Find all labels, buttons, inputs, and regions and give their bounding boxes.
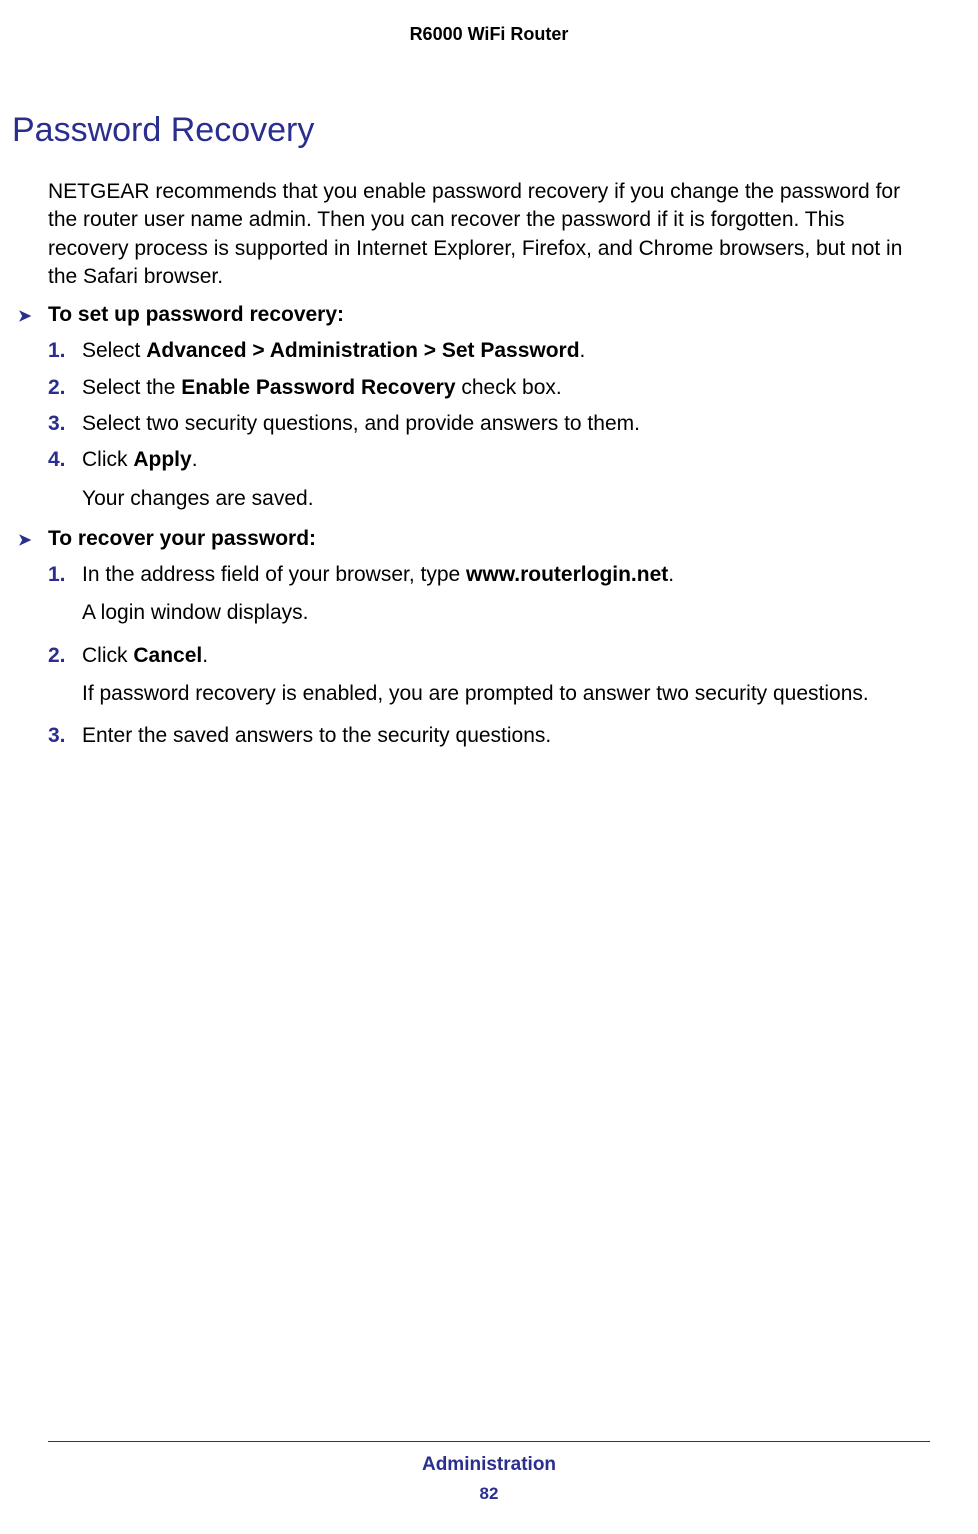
task-heading-recover-label: To recover your password: [48,527,316,550]
step-number: 1. [48,561,66,589]
step-item: 1. In the address field of your browser,… [48,561,930,589]
step-number: 2. [48,374,66,402]
step-item: 1. Select Advanced > Administration > Se… [48,337,930,365]
step-suffix: . [668,563,674,586]
chevron-right-icon: ➤ [18,530,31,550]
step-bold: Apply [133,448,191,471]
step-bold: www.routerlogin.net [466,563,668,586]
step-number: 2. [48,642,66,670]
section-heading: Password Recovery [12,111,930,150]
step-result: If password recovery is enabled, you are… [82,680,930,708]
step-suffix: . [192,448,198,471]
step-number: 1. [48,337,66,365]
chevron-right-icon: ➤ [18,306,31,326]
header-product-title: R6000 WiFi Router [48,0,930,55]
step-item: 3. Enter the saved answers to the securi… [48,722,930,750]
page-footer: Administration 82 [48,1441,930,1504]
task-heading-recover: ➤ To recover your password: [48,527,930,551]
step-text: Select two security questions, and provi… [82,412,640,435]
step-number: 3. [48,722,66,750]
step-list-setup: 1. Select Advanced > Administration > Se… [48,337,930,513]
step-list-recover: 1. In the address field of your browser,… [48,561,930,751]
task-heading-setup-label: To set up password recovery: [48,303,344,326]
step-item: 4. Click Apply. [48,446,930,474]
step-number: 3. [48,410,66,438]
step-suffix: . [580,339,586,362]
step-text: Click [82,448,133,471]
step-bold: Cancel [133,644,202,667]
step-suffix: check box. [456,376,562,399]
footer-section-label: Administration [48,1454,930,1476]
step-item: 2. Select the Enable Password Recovery c… [48,374,930,402]
step-bold: Enable Password Recovery [181,376,455,399]
step-text: Click [82,644,133,667]
intro-paragraph: NETGEAR recommends that you enable passw… [48,178,930,291]
step-number: 4. [48,446,66,474]
task-heading-setup: ➤ To set up password recovery: [48,303,930,327]
step-text: Select [82,339,146,362]
footer-divider [48,1441,930,1442]
step-result: A login window displays. [82,599,930,627]
footer-page-number: 82 [48,1484,930,1504]
step-text: Enter the saved answers to the security … [82,724,551,747]
step-text: In the address field of your browser, ty… [82,563,466,586]
step-bold: Advanced > Administration > Set Password [146,339,579,362]
step-text: Select the [82,376,181,399]
step-suffix: . [202,644,208,667]
step-item: 2. Click Cancel. [48,642,930,670]
step-item: 3. Select two security questions, and pr… [48,410,930,438]
step-result: Your changes are saved. [82,485,930,513]
